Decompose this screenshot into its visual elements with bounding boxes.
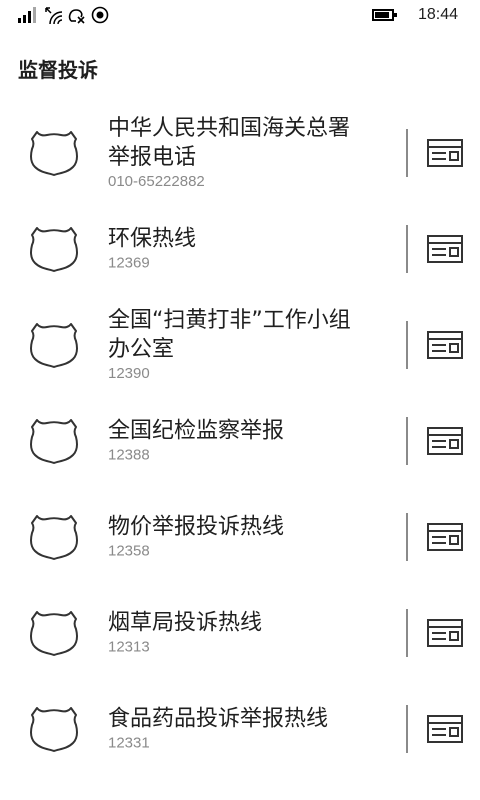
contact-card-icon (427, 235, 463, 263)
contact-card-button[interactable] (422, 421, 468, 461)
signal-icon (18, 7, 36, 23)
hotline-name-line: 举报电话 (108, 145, 197, 170)
contact-card-button[interactable] (422, 229, 468, 269)
hotline-row[interactable]: 全国纪检监察举报 12388 (0, 393, 480, 489)
hotline-name-line: 中华人民共和国海关总署 (108, 116, 351, 141)
hotline-info: 食品药品投诉举报热线 12331 (108, 705, 398, 754)
shield-icon (29, 225, 79, 273)
hotline-info: 环保热线 12369 (108, 225, 398, 274)
hotline-list: 中华人民共和国海关总署 举报电话 010-65222882 环保热线 12369… (0, 105, 480, 777)
hotline-name-line: 全国“扫黄打非”工作小组 (108, 308, 351, 333)
hotline-row[interactable]: 环保热线 12369 (0, 201, 480, 297)
hotline-name-line: 办公室 (108, 337, 175, 362)
hotline-info: 中华人民共和国海关总署 举报电话 010-65222882 (108, 114, 398, 192)
contact-card-button[interactable] (422, 709, 468, 749)
ringer-icon (68, 9, 85, 24)
hotline-name-line: 烟草局投诉热线 (108, 610, 263, 636)
row-divider (406, 609, 408, 657)
hotline-name-line: 全国纪检监察举报 (108, 418, 285, 444)
shield-icon (29, 609, 79, 657)
contact-card-button[interactable] (422, 517, 468, 557)
shield-icon (29, 129, 79, 177)
battery-fill (375, 12, 389, 18)
hotline-row[interactable]: 物价举报投诉热线 12358 (0, 489, 480, 585)
hotline-number: 12313 (108, 638, 150, 656)
hotline-info: 全国“扫黄打非”工作小组 办公室 12390 (108, 306, 398, 384)
hotline-number: 12369 (108, 254, 150, 272)
clock: 18:44 (418, 6, 459, 23)
hotline-info: 烟草局投诉热线 12313 (108, 609, 398, 658)
shield-icon (29, 705, 79, 753)
hotline-row[interactable]: 食品药品投诉举报热线 12331 (0, 681, 480, 777)
contact-card-icon (427, 331, 463, 359)
contact-card-icon (427, 427, 463, 455)
contact-card-button[interactable] (422, 133, 468, 173)
contact-card-icon (427, 715, 463, 743)
hotline-number: 12390 (108, 365, 150, 382)
page-title: 监督投诉 (18, 58, 98, 82)
hotline-number: 12358 (108, 542, 150, 560)
wifi-icon (45, 7, 63, 25)
row-divider (406, 225, 408, 273)
row-divider (406, 705, 408, 753)
hotline-number: 12388 (108, 446, 150, 464)
location-icon (91, 6, 109, 24)
shield-icon (29, 513, 79, 561)
hotline-name-line: 物价举报投诉热线 (108, 514, 285, 540)
hotline-name-line: 食品药品投诉举报热线 (108, 706, 329, 732)
hotline-info: 物价举报投诉热线 12358 (108, 513, 398, 562)
hotline-row[interactable]: 全国“扫黄打非”工作小组 办公室 12390 (0, 297, 480, 393)
contact-card-icon (427, 523, 463, 551)
row-divider (406, 417, 408, 465)
battery-icon (372, 9, 397, 21)
hotline-info: 全国纪检监察举报 12388 (108, 417, 398, 466)
row-divider (406, 129, 408, 177)
hotline-row[interactable]: 烟草局投诉热线 12313 (0, 585, 480, 681)
hotline-name-line: 环保热线 (108, 226, 197, 252)
contact-card-icon (427, 619, 463, 647)
contact-card-button[interactable] (422, 325, 468, 365)
row-divider (406, 513, 408, 561)
contact-card-button[interactable] (422, 613, 468, 653)
status-bar: 18:44 (0, 0, 480, 32)
hotline-number: 010-65222882 (108, 173, 205, 190)
shield-icon (29, 417, 79, 465)
contact-card-icon (427, 139, 463, 167)
hotline-row[interactable]: 中华人民共和国海关总署 举报电话 010-65222882 (0, 105, 480, 201)
row-divider (406, 321, 408, 369)
hotline-number: 12331 (108, 734, 150, 752)
shield-icon (29, 321, 79, 369)
